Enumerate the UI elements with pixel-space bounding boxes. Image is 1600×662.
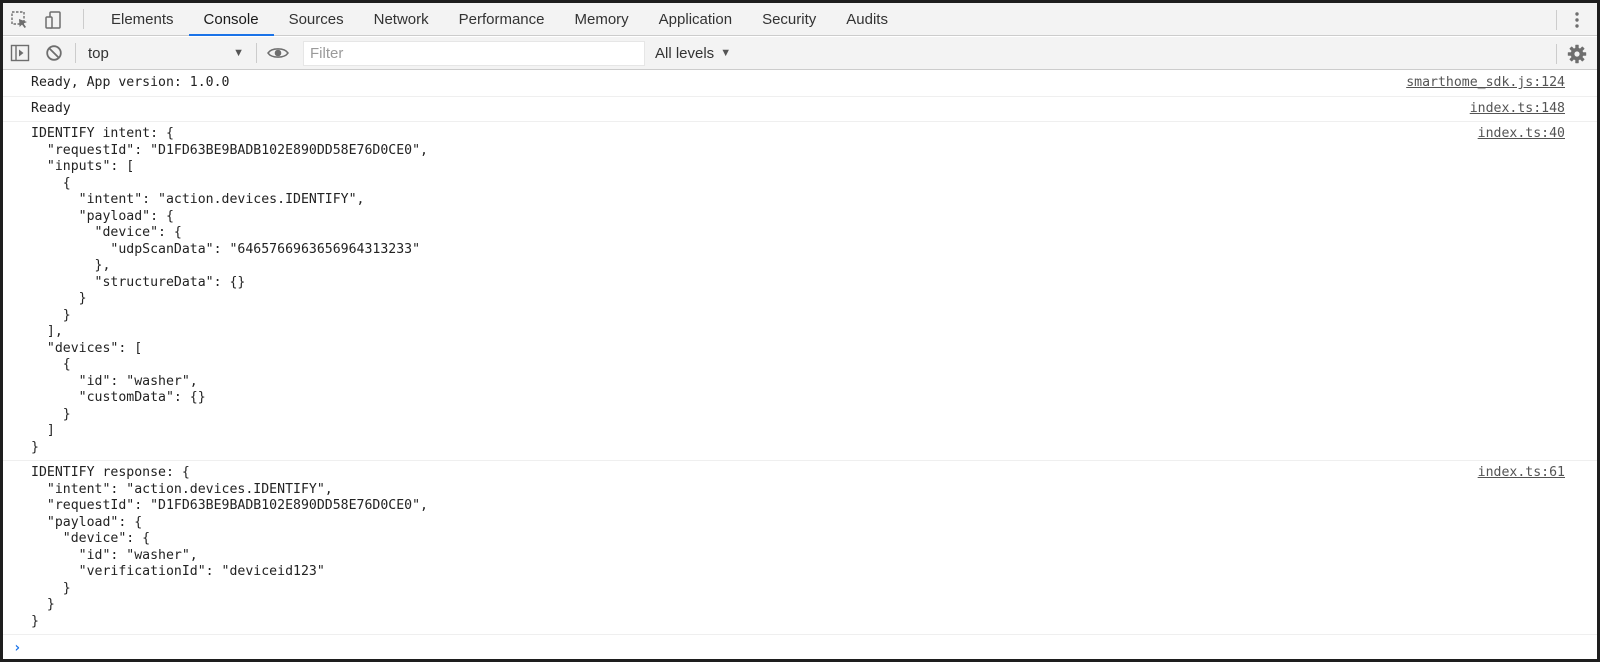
source-link[interactable]: smarthome_sdk.js:124 bbox=[1406, 75, 1565, 92]
inspect-element-icon[interactable] bbox=[3, 3, 37, 36]
console-message-text: IDENTIFY response: { "intent": "action.d… bbox=[31, 465, 428, 629]
console-toolbar: top ▼ All levels ▼ bbox=[3, 37, 1597, 70]
tab-elements[interactable]: Elements bbox=[96, 3, 189, 35]
chevron-down-icon: ▼ bbox=[233, 47, 244, 59]
toolbar-separator bbox=[75, 43, 76, 63]
console-message: IDENTIFY intent: { "requestId": "D1FD63B… bbox=[3, 122, 1597, 461]
toolbar-separator bbox=[1556, 44, 1557, 64]
console-prompt[interactable]: › bbox=[3, 635, 1597, 659]
prompt-chevron-icon: › bbox=[13, 640, 22, 656]
chevron-down-icon: ▼ bbox=[720, 47, 732, 59]
more-menu-icon[interactable] bbox=[1565, 3, 1589, 36]
devtools-tabbar: Elements Console Sources Network Perform… bbox=[3, 3, 1597, 36]
source-link[interactable]: index.ts:61 bbox=[1478, 465, 1565, 482]
tab-security[interactable]: Security bbox=[747, 3, 831, 35]
source-link[interactable]: index.ts:40 bbox=[1478, 126, 1565, 143]
gear-icon[interactable] bbox=[1565, 37, 1589, 70]
tab-application[interactable]: Application bbox=[644, 3, 747, 35]
tab-audits[interactable]: Audits bbox=[831, 3, 903, 35]
toolbar-separator bbox=[256, 43, 257, 63]
console-message-text: Ready bbox=[31, 100, 71, 116]
tabbar-separator bbox=[83, 9, 84, 29]
eye-icon[interactable] bbox=[261, 37, 295, 70]
console-message: Ready index.ts:148 bbox=[3, 97, 1597, 122]
tab-memory[interactable]: Memory bbox=[560, 3, 644, 35]
source-link[interactable]: index.ts:148 bbox=[1470, 101, 1565, 118]
devtools-window: Elements Console Sources Network Perform… bbox=[0, 0, 1600, 662]
sidebar-toggle-icon[interactable] bbox=[3, 37, 37, 70]
log-levels-dropdown[interactable]: All levels ▼ bbox=[655, 45, 731, 62]
context-selector-value: top bbox=[88, 44, 109, 62]
device-toolbar-icon[interactable] bbox=[37, 3, 71, 36]
filter-input[interactable] bbox=[303, 40, 645, 66]
tabbar-menu-separator bbox=[1556, 10, 1557, 30]
log-levels-label: All levels bbox=[655, 44, 715, 62]
panel-tabs: Elements Console Sources Network Perform… bbox=[96, 3, 903, 36]
console-message: Ready, App version: 1.0.0 smarthome_sdk.… bbox=[3, 71, 1597, 97]
console-message-text: IDENTIFY intent: { "requestId": "D1FD63B… bbox=[31, 126, 428, 455]
console-messages: Ready, App version: 1.0.0 smarthome_sdk.… bbox=[3, 71, 1597, 659]
context-selector[interactable]: top ▼ bbox=[80, 41, 252, 65]
tab-performance[interactable]: Performance bbox=[444, 3, 560, 35]
console-message-text: Ready, App version: 1.0.0 bbox=[31, 75, 230, 90]
clear-console-icon[interactable] bbox=[37, 37, 71, 70]
console-message: IDENTIFY response: { "intent": "action.d… bbox=[3, 461, 1597, 635]
tab-sources[interactable]: Sources bbox=[274, 3, 359, 35]
tab-network[interactable]: Network bbox=[359, 3, 444, 35]
tab-console[interactable]: Console bbox=[188, 3, 274, 36]
